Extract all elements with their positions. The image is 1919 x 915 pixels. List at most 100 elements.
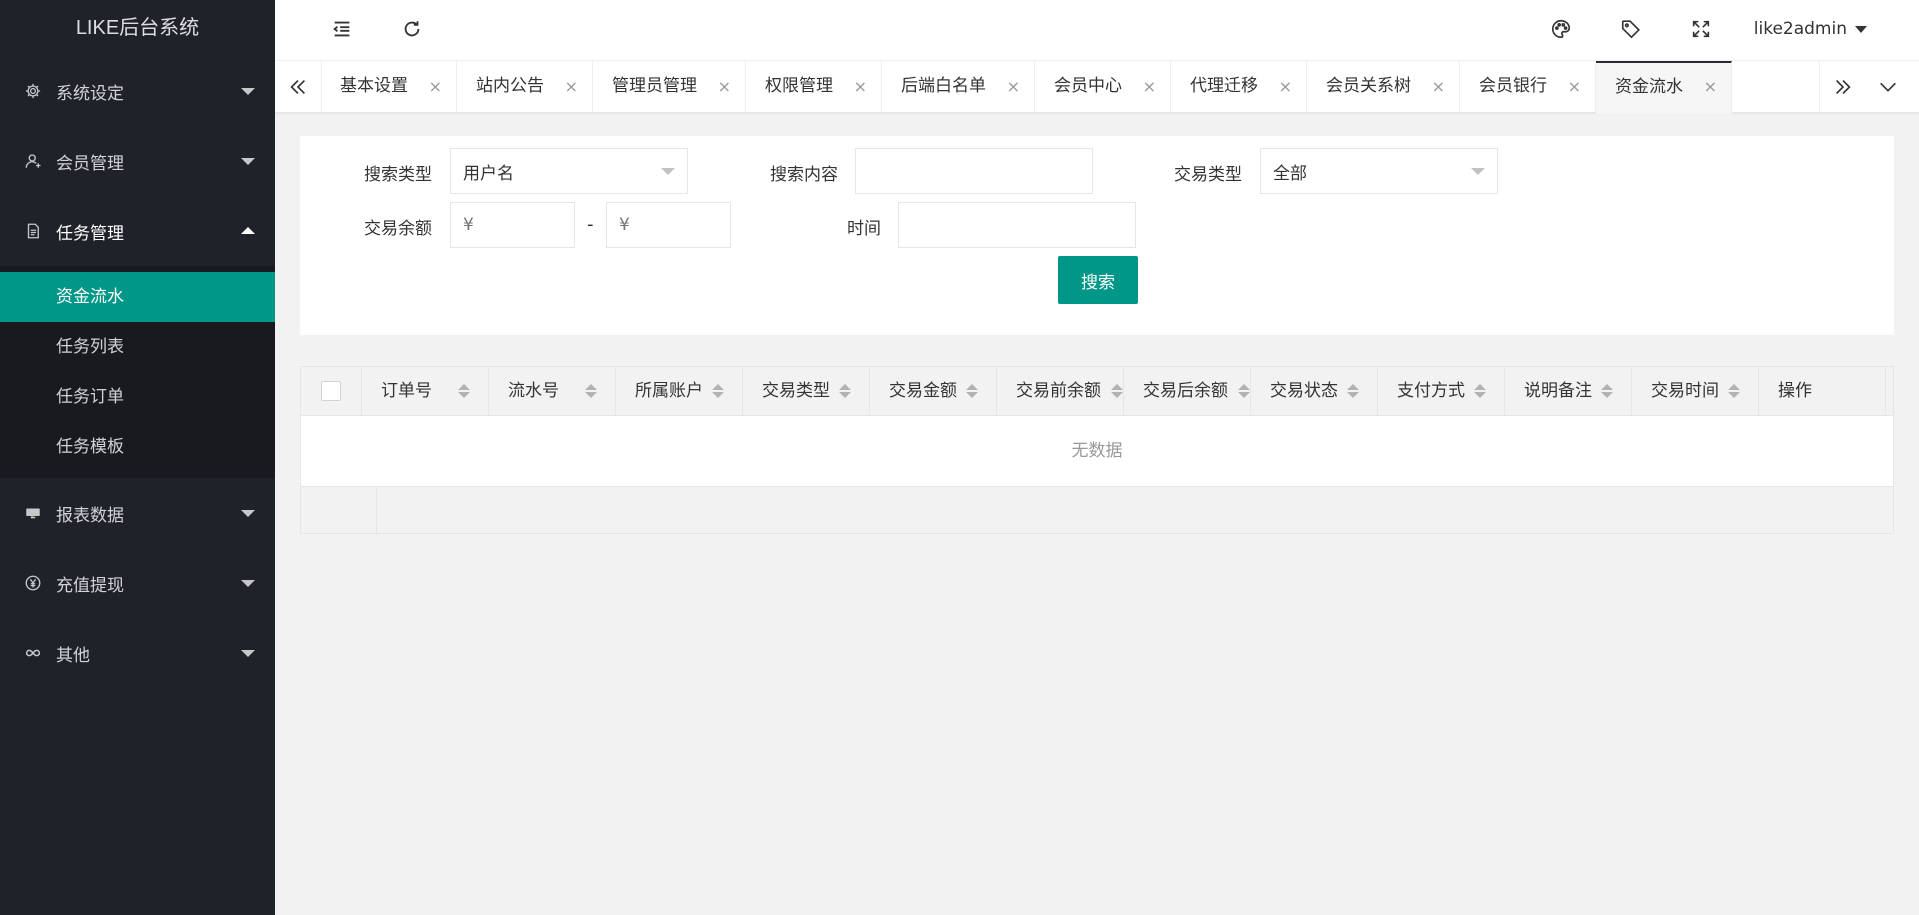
time-input[interactable]	[898, 202, 1136, 248]
tab-member-relation-tree[interactable]: 会员关系树 ×	[1307, 61, 1460, 112]
sidebar-item-task-management[interactable]: 任务管理	[0, 196, 275, 266]
column-header-remarks[interactable]: 说明备注	[1505, 367, 1632, 415]
sidebar-item-system-settings[interactable]: 系统设定	[0, 56, 275, 126]
yen-icon	[24, 574, 42, 592]
sort-icon[interactable]	[712, 384, 724, 398]
sidebar: LIKE后台系统 系统设定 会员管理 任务管理 资金流水 任务列表 任务订单 任…	[0, 0, 275, 915]
tab-agent-migration[interactable]: 代理迁移 ×	[1171, 61, 1307, 112]
sort-icon[interactable]	[458, 384, 470, 398]
search-content-label: 搜索内容	[770, 165, 838, 185]
chevron-down-icon	[241, 510, 255, 517]
chevron-down-icon	[1471, 168, 1485, 175]
column-header-trade-type[interactable]: 交易类型	[743, 367, 870, 415]
close-icon[interactable]: ×	[429, 61, 442, 112]
chevron-up-icon	[241, 227, 255, 234]
trade-type-select[interactable]: 全部	[1260, 148, 1498, 194]
close-icon[interactable]: ×	[1432, 61, 1445, 112]
close-icon[interactable]: ×	[718, 61, 731, 112]
column-header-serial-no[interactable]: 流水号	[489, 367, 616, 415]
sort-icon[interactable]	[1347, 384, 1359, 398]
table-footer-cell	[301, 487, 377, 533]
close-icon[interactable]: ×	[1704, 63, 1717, 111]
fullscreen-icon[interactable]	[1681, 0, 1721, 58]
chevron-down-icon	[661, 168, 675, 175]
sidebar-subitem-task-list[interactable]: 任务列表	[0, 322, 275, 372]
tab-backend-whitelist[interactable]: 后端白名单 ×	[882, 61, 1035, 112]
document-icon	[24, 222, 42, 240]
tabs-scroll-right-icon[interactable]	[1819, 61, 1867, 112]
balance-label: 交易余额	[364, 219, 432, 239]
sort-icon[interactable]	[1728, 384, 1740, 398]
range-separator: -	[587, 214, 594, 235]
balance-max-input[interactable]: ¥	[606, 202, 731, 248]
chevron-down-icon	[1855, 25, 1867, 33]
sidebar-item-report-data[interactable]: 报表数据	[0, 478, 275, 548]
sidebar-item-recharge-withdraw[interactable]: 充值提现	[0, 548, 275, 618]
search-button[interactable]: 搜索	[1058, 256, 1138, 304]
column-header-balance-after[interactable]: 交易后余额	[1124, 367, 1251, 415]
sort-icon[interactable]	[839, 384, 851, 398]
app-logo: LIKE后台系统	[75, 17, 200, 39]
tab-list: 基本设置 × 站内公告 × 管理员管理 × 权限管理 × 后端白名单 × 会员中心 × 代理…	[321, 61, 1732, 114]
user-icon	[24, 152, 42, 170]
tab-basic-settings[interactable]: 基本设置 ×	[321, 61, 457, 112]
sidebar-item-label: 其他	[56, 645, 90, 666]
search-panel: 搜索类型 用户名 搜索内容 交易类型 全部 交易余额 ¥ - ¥ 时间 搜索	[300, 136, 1894, 335]
column-header-balance-before[interactable]: 交易前余额	[997, 367, 1124, 415]
infinity-icon	[24, 644, 42, 662]
column-header-trade-status[interactable]: 交易状态	[1251, 367, 1378, 415]
sidebar-subitem-task-templates[interactable]: 任务模板	[0, 422, 275, 472]
palette-icon[interactable]	[1541, 0, 1581, 58]
sidebar-item-member-management[interactable]: 会员管理	[0, 126, 275, 196]
tag-icon[interactable]	[1611, 0, 1651, 58]
close-icon[interactable]: ×	[1007, 61, 1020, 112]
column-header-trade-time[interactable]: 交易时间	[1632, 367, 1759, 415]
trade-type-label: 交易类型	[1174, 165, 1242, 185]
sidebar-subitem-task-orders[interactable]: 任务订单	[0, 372, 275, 422]
close-icon[interactable]: ×	[565, 61, 578, 112]
tab-fund-flow[interactable]: 资金流水 ×	[1596, 61, 1732, 114]
search-content-input[interactable]	[855, 148, 1093, 194]
table-footer	[301, 487, 1893, 533]
sort-icon[interactable]	[1238, 384, 1250, 398]
tabs-scroll-left-icon[interactable]	[275, 61, 322, 112]
page-tabs: 基本设置 × 站内公告 × 管理员管理 × 权限管理 × 后端白名单 × 会员中心 × 代理…	[275, 60, 1919, 114]
sort-icon[interactable]	[966, 384, 978, 398]
balance-min-input[interactable]: ¥	[450, 202, 575, 248]
sort-icon[interactable]	[1111, 384, 1123, 398]
tab-permission-management[interactable]: 权限管理 ×	[746, 61, 882, 112]
tab-member-center[interactable]: 会员中心 ×	[1035, 61, 1171, 112]
sidebar-item-other[interactable]: 其他	[0, 618, 275, 688]
select-all-checkbox-cell	[301, 367, 362, 415]
refresh-icon[interactable]	[392, 0, 432, 58]
monitor-icon	[24, 504, 42, 522]
menu-fold-icon[interactable]	[322, 0, 362, 58]
tab-member-bank[interactable]: 会员银行 ×	[1460, 61, 1596, 112]
chevron-down-icon	[241, 580, 255, 587]
column-header-payment-method[interactable]: 支付方式	[1378, 367, 1505, 415]
sidebar-item-label: 报表数据	[56, 505, 124, 526]
tabs-menu-chevron-down-icon[interactable]	[1865, 61, 1911, 112]
user-menu[interactable]: like2admin	[1754, 0, 1867, 58]
select-all-checkbox[interactable]	[321, 381, 341, 401]
time-label: 时间	[847, 219, 881, 239]
close-icon[interactable]: ×	[1143, 61, 1156, 112]
username: like2admin	[1753, 19, 1847, 39]
tab-site-announcement[interactable]: 站内公告 ×	[457, 61, 593, 112]
close-icon[interactable]: ×	[854, 61, 867, 112]
sidebar-item-label: 充值提现	[56, 575, 124, 596]
sort-icon[interactable]	[1601, 384, 1613, 398]
close-icon[interactable]: ×	[1279, 61, 1292, 112]
table-header: 订单号 流水号 所属账户 交易类型 交易金额 交易前余额 交易后余额 交易状态 …	[301, 367, 1893, 416]
sort-icon[interactable]	[585, 384, 597, 398]
sidebar-subitem-fund-flow[interactable]: 资金流水	[0, 272, 275, 322]
sort-icon[interactable]	[1474, 384, 1486, 398]
sidebar-item-label: 会员管理	[56, 153, 124, 174]
tab-admin-management[interactable]: 管理员管理 ×	[593, 61, 746, 112]
column-header-account[interactable]: 所属账户	[616, 367, 743, 415]
gear-icon	[24, 82, 42, 100]
search-type-select[interactable]: 用户名	[450, 148, 688, 194]
close-icon[interactable]: ×	[1568, 61, 1581, 112]
column-header-trade-amount[interactable]: 交易金额	[870, 367, 997, 415]
column-header-order-no[interactable]: 订单号	[362, 367, 489, 415]
